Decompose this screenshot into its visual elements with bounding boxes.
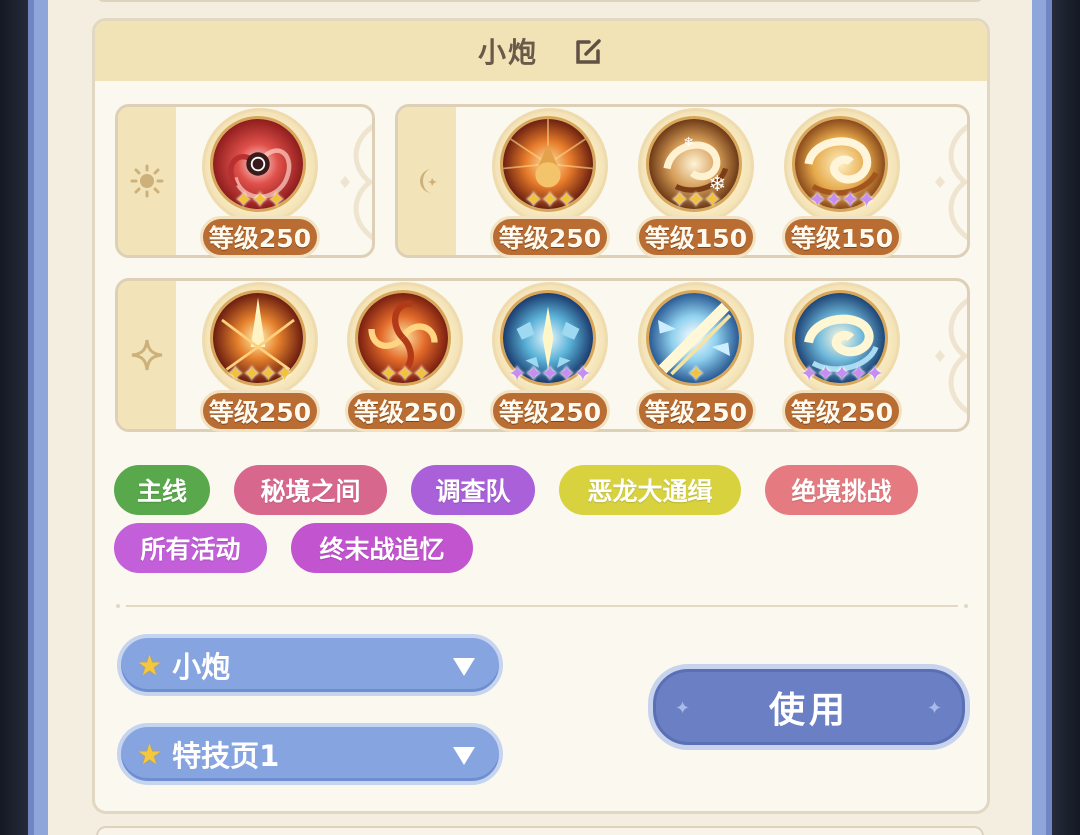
star-rating: ✦ ✦ ✦ ✦ [782, 190, 902, 212]
star-icon: ✦ [857, 188, 876, 213]
next-card-edge [96, 826, 984, 835]
tag-filter[interactable]: 恶龙大通缉 [559, 465, 741, 515]
dropdown-arrow-icon [453, 658, 475, 676]
star-rating: ✦ [636, 364, 756, 386]
svg-text:❄: ❄ [683, 134, 694, 149]
skill-level-badge: 等级250 [636, 390, 756, 432]
skill-slot-fire-wizard[interactable]: ✦ ✦ ✦ 等级250 [490, 108, 610, 258]
sparkle-icon: ✦ [675, 698, 691, 719]
moon-icon [420, 169, 437, 193]
skill-level-badge: 等级150 [782, 216, 902, 258]
star-icon: ✦ [703, 188, 722, 213]
tag-label: 所有活动 [140, 535, 241, 564]
sun-icon [130, 164, 164, 198]
star-rating: ✦ ✦ ✦ [345, 364, 465, 386]
skill-slot-ice-burst[interactable]: ✦ ✦ ✦ ✦ ✦ 等级250 [490, 282, 610, 432]
panel-ornament [935, 297, 967, 415]
skill-slot-ice-slash[interactable]: ✦ 等级250 [636, 282, 756, 432]
tag-label: 主线 [136, 477, 187, 506]
section-divider [116, 604, 968, 608]
skill-slot-fire-swirl[interactable]: ✦ ✦ ✦ 等级250 [345, 282, 465, 432]
skill-slot-snowflake-swirl[interactable]: ❄ ❄ ✦ ✦ ✦ 等级150 [636, 108, 756, 258]
skill-level-badge: 等级250 [200, 216, 320, 258]
skill-slot-fire-burst[interactable]: ✦ ✦ ✦ ✦ 等级250 [200, 282, 320, 432]
skill-page-select[interactable]: ★ 特技页1 [117, 723, 503, 785]
star-icon: ★ [137, 648, 163, 682]
skill-level-badge: 等级150 [636, 216, 756, 258]
tag-label: 秘境之间 [260, 477, 361, 506]
star-icon: ✦ [267, 188, 286, 213]
panel-ornament [340, 123, 372, 241]
star-rating: ✦ ✦ ✦ [636, 190, 756, 212]
tag-label: 恶龙大通缉 [587, 477, 713, 506]
skill-slot-golden-swirl[interactable]: ✦ ✦ ✦ ✦ 等级150 [782, 108, 902, 258]
edit-icon[interactable] [574, 36, 604, 66]
star-icon: ✦ [686, 362, 706, 387]
loadout-title: 小炮 [477, 36, 538, 69]
sparkle-icon: ✦ [927, 698, 943, 719]
star-icon: ✦ [412, 362, 431, 387]
character-select[interactable]: ★ 小炮 [117, 634, 503, 696]
skill-slot-ice-vortex[interactable]: ✦ ✦ ✦ ✦ ✦ 等级250 [782, 282, 902, 432]
panel-rail [398, 107, 456, 255]
tag-filter[interactable]: 秘境之间 [234, 465, 387, 515]
star-rating: ✦ ✦ ✦ [490, 190, 610, 212]
star-rating: ✦ ✦ ✦ ✦ ✦ [490, 364, 610, 386]
tag-filter[interactable]: 调查队 [411, 465, 535, 515]
star-icon: ✦ [865, 362, 885, 387]
tag-filter[interactable]: 主线 [114, 465, 210, 515]
skill-level-badge: 等级250 [490, 390, 610, 432]
dropdown-arrow-icon [453, 747, 475, 765]
star-icon: ✦ [275, 362, 294, 387]
tag-label: 调查队 [435, 477, 511, 506]
tag-filter[interactable]: 终末战追忆 [291, 523, 473, 573]
use-button-label: 使用 [768, 690, 849, 731]
tag-filter[interactable]: 绝境挑战 [765, 465, 918, 515]
skill-slot-red-vortex[interactable]: ✦ ✦ ✦ 等级250 [200, 108, 320, 258]
skill-level-badge: 等级250 [490, 216, 610, 258]
skill-level-badge: 等级250 [345, 390, 465, 432]
sparkle-icon [131, 339, 163, 371]
skill-level-badge: 等级250 [782, 390, 902, 432]
use-button[interactable]: ✦ 使用 ✦ [648, 664, 970, 750]
background-left [0, 0, 28, 835]
skill-level-badge: 等级250 [200, 390, 320, 432]
panel-ornament [935, 123, 967, 241]
star-rating: ✦ ✦ ✦ ✦ ✦ [782, 364, 902, 386]
panel-rail [118, 107, 176, 255]
tag-label: 终末战追忆 [319, 535, 445, 564]
star-icon: ✦ [573, 362, 593, 387]
tag-filter[interactable]: 所有活动 [114, 523, 267, 573]
star-icon: ✦ [557, 188, 576, 213]
star-icon: ★ [137, 737, 163, 771]
character-select-value: 小炮 [172, 650, 231, 684]
panel-rail [118, 281, 176, 429]
card-header: 小炮 [95, 21, 987, 81]
background-right [1052, 0, 1080, 835]
star-rating: ✦ ✦ ✦ [200, 190, 320, 212]
star-rating: ✦ ✦ ✦ ✦ [200, 364, 320, 386]
tag-label: 绝境挑战 [791, 477, 892, 506]
skill-page-select-value: 特技页1 [172, 739, 280, 773]
previous-card-edge [96, 0, 984, 2]
